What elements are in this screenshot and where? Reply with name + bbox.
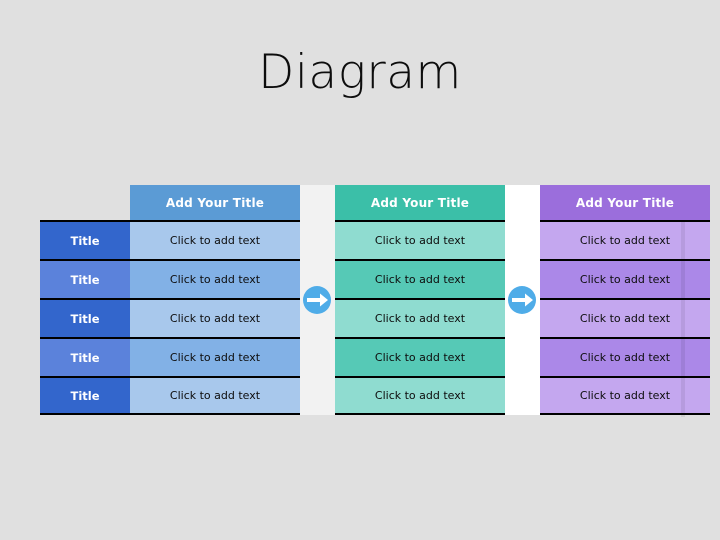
column-body: Click to add text Click to add text Clic… [130,220,300,415]
column-group-2: Add Your Title Click to add text Click t… [335,185,505,415]
row-label-cell[interactable]: Title [40,337,130,376]
table-cell[interactable]: Click to add text [335,298,505,337]
column-header[interactable]: Add Your Title [540,185,710,220]
column-group-1: Add Your Title Click to add text Click t… [130,185,300,415]
table-cell[interactable]: Click to add text [130,259,300,298]
table-cell[interactable]: Click to add text [335,220,505,259]
arrow-right-circle-icon[interactable] [507,285,537,315]
diagram-shadow [681,220,685,417]
row-label-cell[interactable]: Title [40,376,130,415]
diagram-container: Title Title Title Title Title Add Your T… [40,185,710,417]
table-cell[interactable]: Click to add text [335,259,505,298]
table-cell[interactable]: Click to add text [335,337,505,376]
arrow-right-circle-icon[interactable] [302,285,332,315]
column-header[interactable]: Add Your Title [130,185,300,220]
table-cell[interactable]: Click to add text [130,337,300,376]
row-label-cell[interactable]: Title [40,220,130,259]
table-cell[interactable]: Click to add text [130,298,300,337]
table-cell[interactable]: Click to add text [130,220,300,259]
table-cell[interactable]: Click to add text [335,376,505,415]
column-header[interactable]: Add Your Title [335,185,505,220]
page-title: Diagram [258,45,462,100]
row-label-column: Title Title Title Title Title [40,220,130,415]
row-label-cell[interactable]: Title [40,259,130,298]
table-cell[interactable]: Click to add text [130,376,300,415]
column-body: Click to add text Click to add text Clic… [335,220,505,415]
row-label-cell[interactable]: Title [40,298,130,337]
